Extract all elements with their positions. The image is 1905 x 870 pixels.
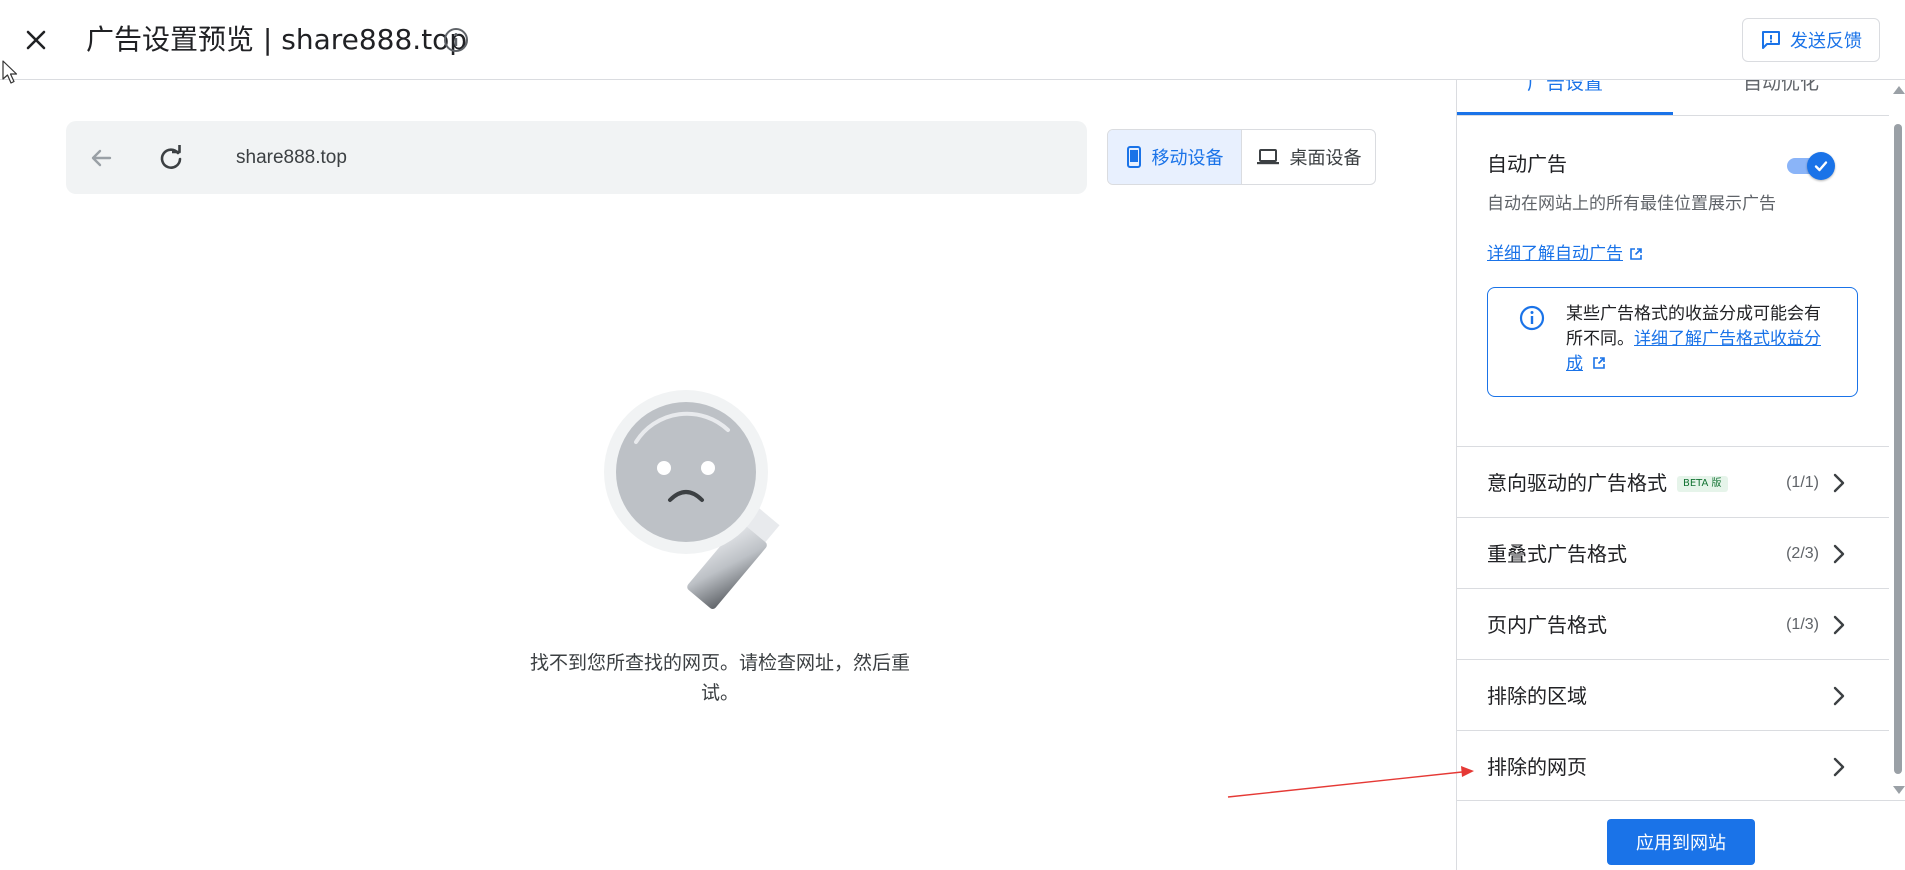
beta-badge: BETA 版 [1677,476,1728,492]
url-text: share888.top [236,147,347,168]
row-label: 页内广告格式 [1487,613,1607,637]
row-count: (1/3) [1786,616,1819,633]
tab-auto-optimize[interactable]: 自动优化 [1673,80,1889,115]
revenue-share-info-box: 某些广告格式的收益分成可能会有所不同。详细了解广告格式收益分成 [1487,287,1858,397]
row-count: (1/1) [1786,474,1819,491]
sad-magnifier-illustration [604,390,780,609]
close-icon [26,30,46,50]
row-label: 意向驱动的广告格式 BETA 版 [1487,469,1728,497]
chevron-right-icon [1833,544,1845,564]
reload-icon[interactable] [156,143,186,173]
panel-tabs: 广告设置 自动优化 [1457,80,1889,116]
info-icon[interactable] [442,26,470,54]
row-intent-driven-formats[interactable]: 意向驱动的广告格式 BETA 版 (1/1) [1457,446,1889,517]
row-label: 排除的区域 [1487,684,1587,708]
scroll-up-arrow-icon[interactable] [1893,86,1905,94]
auto-ads-toggle[interactable] [1787,152,1835,180]
device-toggle: 移动设备 桌面设备 [1107,129,1376,185]
preview-browser-bar: share888.top [66,121,1087,194]
row-count: (2/3) [1786,545,1819,562]
feedback-icon [1762,31,1780,49]
send-feedback-button[interactable]: 发送反馈 [1742,18,1880,62]
info-icon [1519,305,1545,331]
scroll-down-arrow-icon[interactable] [1893,786,1905,794]
chevron-right-icon [1833,686,1845,706]
row-label: 排除的网页 [1487,755,1587,779]
phone-icon [1126,146,1141,168]
mouse-cursor-icon [2,60,18,84]
apply-to-site-button[interactable]: 应用到网站 [1607,819,1755,865]
chevron-right-icon [1833,615,1845,635]
chevron-right-icon [1833,473,1845,493]
header: 广告设置预览 | share888.top 发送反馈 [0,0,1905,80]
close-button[interactable] [18,22,54,58]
scrollbar-thumb[interactable] [1894,124,1902,774]
external-link-icon [1593,357,1606,369]
row-in-page-formats[interactable]: 页内广告格式 (1/3) [1457,588,1889,659]
row-excluded-areas[interactable]: 排除的区域 [1457,659,1889,730]
row-overlay-formats[interactable]: 重叠式广告格式 (2/3) [1457,517,1889,588]
external-link-icon [1630,248,1642,260]
tab-ad-settings[interactable]: 广告设置 [1457,80,1673,115]
info-box-text: 某些广告格式的收益分成可能会有所不同。详细了解广告格式收益分成 [1566,302,1836,377]
panel-scrollbar[interactable] [1891,80,1905,800]
page-title: 广告设置预览 | share888.top [86,23,468,56]
mobile-device-label: 移动设备 [1151,148,1224,169]
laptop-icon [1256,149,1279,165]
panel-footer: 应用到网站 [1457,800,1905,870]
desktop-device-label: 桌面设备 [1289,148,1362,169]
row-excluded-pages[interactable]: 排除的网页 [1457,730,1889,801]
ad-format-list: 意向驱动的广告格式 BETA 版 (1/1) 重叠式广告格式 (2/3) 页内广告… [1457,446,1889,801]
back-arrow-icon[interactable] [86,143,116,173]
send-feedback-label: 发送反馈 [1790,31,1862,52]
ad-settings-panel: 广告设置 自动优化 自动广告 自动在网站上的所有最佳位置展示广告 详细了解自动广… [1456,80,1905,870]
mobile-device-option[interactable]: 移动设备 [1108,130,1242,184]
desktop-device-option[interactable]: 桌面设备 [1242,130,1375,184]
learn-auto-ads-link[interactable]: 详细了解自动广告 [1487,242,1643,266]
learn-auto-ads-label: 详细了解自动广告 [1487,244,1623,264]
chevron-right-icon [1833,757,1845,777]
not-found-message: 找不到您所查找的网页。请检查网址，然后重试。 [529,652,910,704]
check-icon [1814,161,1828,172]
row-label: 重叠式广告格式 [1487,542,1627,566]
toggle-knob [1807,152,1835,180]
auto-ads-description: 自动在网站上的所有最佳位置展示广告 [1487,194,1776,214]
